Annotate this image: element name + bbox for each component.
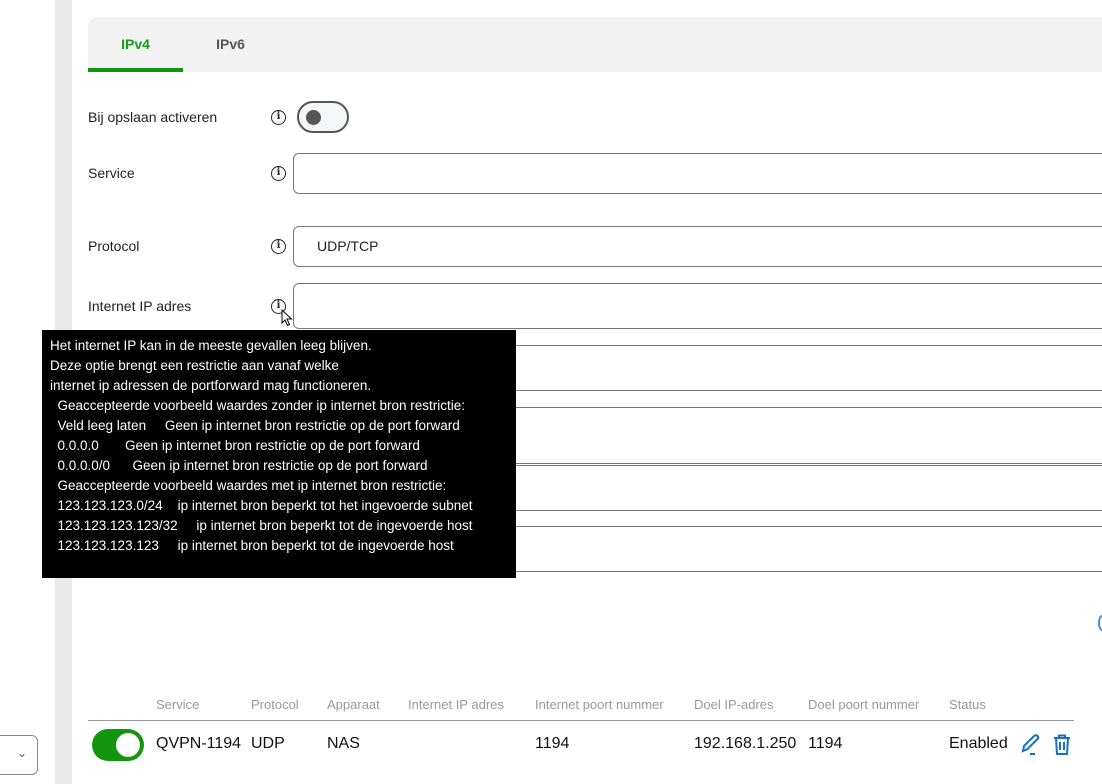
tooltip-line: 0.0.0.0 Geen ip internet bron restrictie… <box>50 438 420 453</box>
service-label: Service <box>88 165 135 181</box>
left-dropdown[interactable]: ⌄ <box>0 735 38 775</box>
tooltip-line: 123.123.123.123 ip internet bron beperkt… <box>50 538 454 553</box>
info-icon[interactable]: i <box>271 110 286 125</box>
activate-label: Bij opslaan activeren <box>88 109 218 125</box>
tooltip-line: Geaccepteerde voorbeeld waardes met ip i… <box>50 478 447 493</box>
mouse-cursor-icon <box>281 308 293 332</box>
protocol-select[interactable]: UDP/TCP <box>293 226 1102 267</box>
internet-ip-label: Internet IP adres <box>88 298 192 314</box>
info-icon[interactable]: i <box>271 239 286 254</box>
col-header-target-port: Doel poort nummer <box>808 697 920 712</box>
edit-pencil-icon[interactable] <box>1019 733 1041 762</box>
col-header-protocol: Protocol <box>251 697 299 712</box>
tab-ipv6[interactable]: IPv6 <box>183 17 278 72</box>
cell-status: Enabled <box>949 735 1008 752</box>
row-enable-toggle[interactable] <box>92 729 144 761</box>
internet-ip-input[interactable] <box>293 283 1102 329</box>
tooltip-line: 123.123.123.123/32 ip internet bron bepe… <box>50 518 473 533</box>
protocol-label: Protocol <box>88 238 140 254</box>
tooltip-line: 0.0.0.0/0 Geen ip internet bron restrict… <box>50 458 428 473</box>
cell-device: NAS <box>327 735 360 752</box>
chevron-down-icon: ⌄ <box>16 746 27 760</box>
info-icon[interactable]: i <box>271 166 286 181</box>
tooltip-line: Het internet IP kan in de meeste gevalle… <box>50 338 372 353</box>
cell-protocol: UDP <box>251 735 285 752</box>
action-button-edge[interactable] <box>1098 615 1102 631</box>
col-header-internet-port: Internet poort nummer <box>535 697 664 712</box>
tooltip-line: Geaccepteerde voorbeeld waardes zonder i… <box>50 398 465 413</box>
cell-target-port: 1194 <box>808 735 843 752</box>
tooltip-line: 123.123.123.0/24 ip internet bron beperk… <box>50 498 473 513</box>
activate-toggle[interactable] <box>297 101 349 133</box>
cell-target-ip: 192.168.1.250 <box>694 735 797 752</box>
service-input[interactable] <box>293 153 1102 194</box>
tooltip-line: Deze optie brengt een restrictie aan van… <box>50 358 339 373</box>
internet-ip-tooltip: Het internet IP kan in de meeste gevalle… <box>42 330 516 578</box>
tooltip-line: internet ip adressen de portforward mag … <box>50 378 372 393</box>
delete-trash-icon[interactable] <box>1051 733 1073 762</box>
col-header-service: Service <box>156 697 200 712</box>
table-header-divider <box>88 720 1074 721</box>
tab-ipv4[interactable]: IPv4 <box>88 17 183 72</box>
col-header-device: Apparaat <box>327 697 380 712</box>
tooltip-line: Veld leeg laten Geen ip internet bron re… <box>50 418 460 433</box>
ip-tab-bar: IPv4 IPv6 <box>88 17 1102 72</box>
col-header-internet-ip: Internet IP adres <box>408 697 504 712</box>
cell-internet-port: 1194 <box>535 735 570 752</box>
col-header-status: Status <box>949 697 986 712</box>
cell-service: QVPN-1194 <box>156 735 242 752</box>
col-header-target-ip: Doel IP-adres <box>694 697 774 712</box>
